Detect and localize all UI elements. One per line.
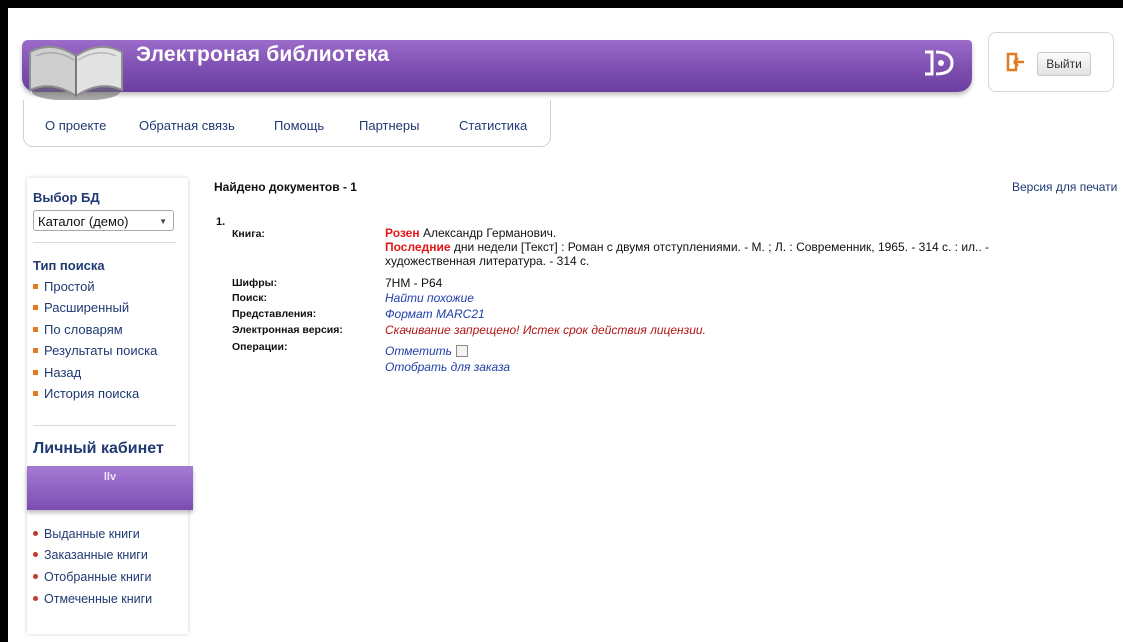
cabinet-item-label: Выданные книги — [44, 527, 140, 541]
record-number: 1. — [216, 216, 226, 228]
bullet-icon — [33, 370, 38, 376]
db-select-heading: Выбор БД — [33, 190, 100, 205]
bullet-icon — [33, 391, 38, 397]
results-count: Найдено документов - 1 — [214, 180, 357, 194]
cabinet-item-marked[interactable]: Отмеченные книги — [33, 592, 152, 606]
logout-button[interactable]: Выйти — [1037, 52, 1091, 76]
sidebar-item-dictionaries[interactable]: По словарям — [33, 322, 123, 337]
bullet-icon — [33, 531, 38, 537]
nav-about[interactable]: О проекте — [45, 118, 106, 133]
title-rest: дни недели [Текст] : Роман с двумя отсту… — [450, 240, 990, 254]
database-select-value: Каталог (демо) — [38, 214, 129, 229]
field-label-search: Поиск: — [232, 292, 268, 304]
electronic-version-status: Скачивание запрещено! Истек срок действи… — [385, 323, 706, 337]
sidebar-item-label: Расширенный — [44, 300, 130, 315]
bullet-icon — [33, 552, 38, 558]
cabinet-item-label: Отмеченные книги — [44, 592, 153, 606]
sidebar-item-advanced[interactable]: Расширенный — [33, 300, 129, 315]
mark-checkbox[interactable] — [455, 344, 468, 357]
search-type-heading: Тип поиска — [33, 258, 105, 273]
marc21-format-link[interactable]: Формат MARC21 — [385, 307, 485, 321]
bullet-icon — [33, 327, 38, 333]
sidebar-divider — [33, 242, 176, 243]
bullet-icon — [33, 348, 38, 354]
personal-cabinet-heading: Личный кабинет — [33, 440, 164, 457]
nav-help[interactable]: Помощь — [274, 118, 324, 133]
mark-link[interactable]: Отметить — [385, 344, 452, 358]
user-name: llv — [103, 471, 117, 483]
field-label-book: Книга: — [232, 228, 265, 240]
bullet-icon — [33, 305, 38, 311]
sidebar-item-label: Назад — [44, 365, 82, 380]
sidebar-item-simple[interactable]: Простой — [33, 279, 95, 294]
sidebar-item-label: Простой — [44, 279, 95, 294]
sidebar — [27, 178, 188, 634]
sidebar-item-results[interactable]: Результаты поиска — [33, 343, 157, 358]
author-highlight: Розен — [385, 226, 420, 240]
cabinet-item-label: Отобранные книги — [44, 570, 152, 584]
sidebar-item-label: По словарям — [44, 322, 123, 337]
sidebar-item-label: Результаты поиска — [44, 343, 158, 358]
field-label-operations: Операции: — [232, 341, 288, 353]
bullet-icon — [33, 574, 38, 580]
author-rest: Александр Германович. — [419, 226, 557, 240]
record-author: Розен Александр Германович. — [385, 226, 556, 240]
bullet-icon — [33, 596, 38, 602]
field-label-views: Представления: — [232, 308, 317, 320]
nav-statistics[interactable]: Статистика — [459, 118, 527, 133]
cabinet-item-issued[interactable]: Выданные книги — [33, 527, 140, 541]
record-codes: 7НМ - Р64 — [385, 276, 443, 290]
record-title: Последние дни недели [Текст] : Роман с д… — [385, 240, 989, 254]
print-version-link[interactable]: Версия для печати — [1012, 180, 1117, 194]
record-title-continued: художественная литература. - 314 с. — [385, 254, 590, 268]
logout-icon[interactable] — [1006, 52, 1026, 72]
sidebar-item-back[interactable]: Назад — [33, 365, 81, 380]
sidebar-divider — [33, 425, 176, 426]
book-logo-icon — [29, 45, 123, 101]
sidebar-item-history[interactable]: История поиска — [33, 386, 139, 401]
brand-logo-icon — [925, 50, 954, 76]
app-title: Электроная библиотека — [136, 43, 390, 66]
title-highlight: Последние — [385, 240, 451, 254]
cabinet-item-label: Заказанные книги — [44, 548, 148, 562]
cabinet-item-ordered[interactable]: Заказанные книги — [33, 548, 148, 562]
sidebar-item-label: История поиска — [44, 386, 140, 401]
nav-feedback[interactable]: Обратная связь — [139, 118, 235, 133]
mark-operation: Отметить — [385, 344, 468, 358]
select-for-order-link[interactable]: Отобрать для заказа — [385, 360, 510, 374]
field-label-electronic: Электронная версия: — [232, 324, 343, 336]
cabinet-item-selected[interactable]: Отобранные книги — [33, 570, 151, 584]
bullet-icon — [33, 284, 38, 290]
nav-partners[interactable]: Партнеры — [359, 118, 419, 133]
chevron-down-icon: ▼ — [159, 217, 167, 226]
database-select[interactable]: Каталог (демо) ▼ — [33, 210, 174, 231]
find-similar-link[interactable]: Найти похожие — [385, 291, 474, 305]
window-frame-top — [0, 0, 1123, 8]
window-frame-left — [0, 0, 8, 642]
field-label-codes: Шифры: — [232, 277, 278, 289]
